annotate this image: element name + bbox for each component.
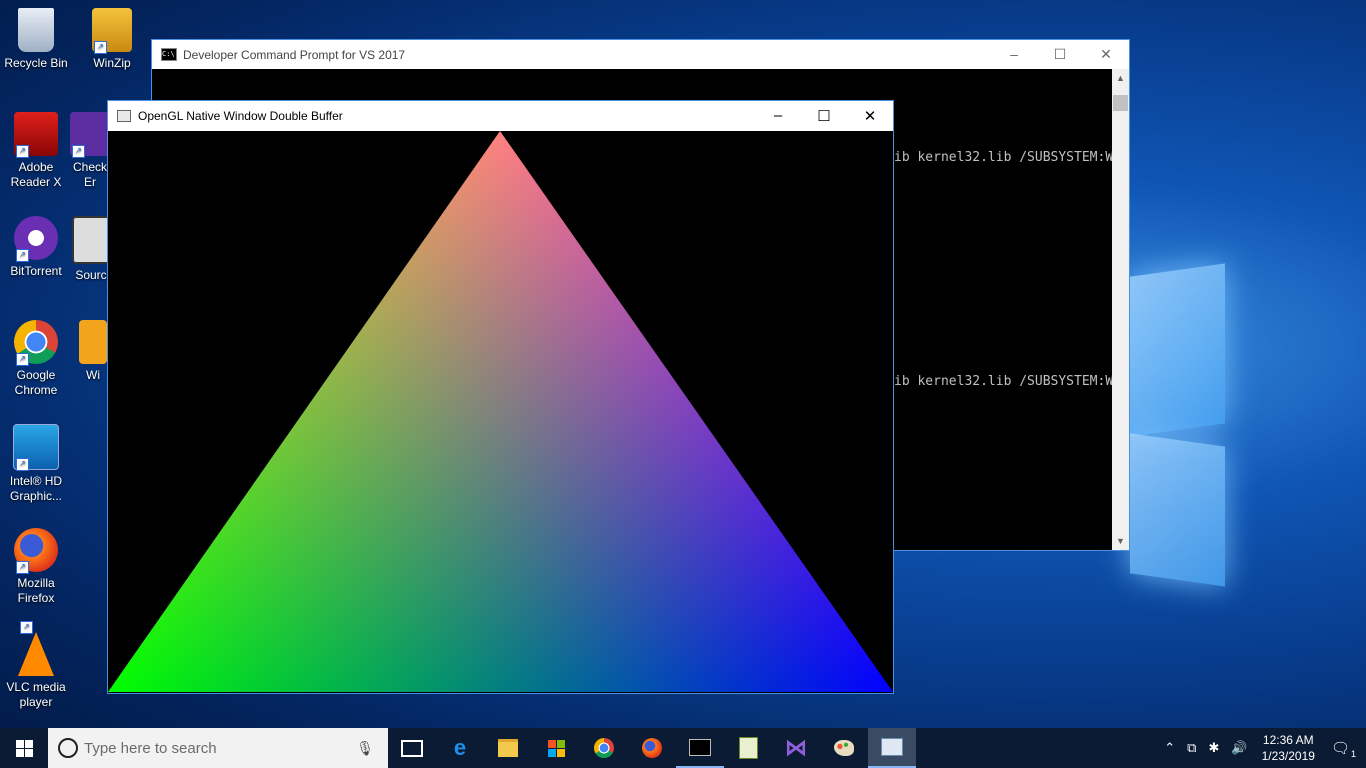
search-box[interactable]: Type here to search 🎙	[48, 728, 388, 768]
clock-date: 1/23/2019	[1261, 749, 1315, 763]
desktop-icon-check[interactable]: ↗ Check Er	[70, 112, 110, 190]
triangle-top-layer	[108, 131, 893, 692]
opengl-canvas	[108, 131, 893, 692]
minimize-button[interactable]: –	[991, 46, 1037, 63]
close-button[interactable]: ✕	[1083, 46, 1129, 63]
search-icon	[58, 738, 78, 758]
taskbar-chart-app[interactable]	[724, 728, 772, 768]
scroll-up-arrow-icon[interactable]: ▲	[1112, 73, 1129, 83]
adobe-reader-icon: ↗	[14, 112, 58, 158]
firefox-icon: ↗	[14, 528, 58, 574]
cmd-scrollbar[interactable]: ▲ ▼	[1112, 69, 1129, 550]
close-button[interactable]: ✕	[847, 107, 893, 125]
chrome-icon	[594, 738, 614, 758]
desktop-icon-winzip[interactable]: ↗ WinZip	[76, 8, 148, 71]
cmd-app-icon: C:\	[161, 48, 177, 61]
console-line: ib kernel32.lib /SUBSYSTEM:W	[894, 374, 1114, 389]
visual-studio-icon: ⋈	[785, 735, 807, 760]
bittorrent-icon: ↗	[14, 216, 58, 262]
desktop-icon-google-chrome[interactable]: ↗ Google Chrome	[0, 320, 72, 398]
desktop-icon-label: Mozilla Firefox	[17, 576, 55, 605]
wi-icon	[79, 320, 107, 364]
notification-center-icon[interactable]: 🗨 1	[1331, 739, 1356, 759]
taskbar-firefox[interactable]	[628, 728, 676, 768]
cmd-titlebar[interactable]: C:\ Developer Command Prompt for VS 2017…	[152, 40, 1129, 69]
clock[interactable]: 12:36 AM 1/23/2019	[1262, 732, 1315, 764]
desktop-icon-label: Wi	[86, 368, 100, 382]
edge-icon: e	[453, 735, 467, 760]
windows-start-icon	[15, 739, 33, 757]
start-button[interactable]	[0, 728, 48, 768]
cmd-icon	[689, 738, 711, 756]
maximize-button[interactable]: ☐	[801, 107, 847, 125]
wifi-icon[interactable]: ✱	[1208, 740, 1219, 756]
vlc-icon: ↗	[18, 621, 54, 676]
scrollbar-thumb[interactable]	[1113, 95, 1128, 111]
task-view-icon	[401, 739, 423, 757]
windows-logo-wallpaper	[1120, 250, 1350, 600]
check-icon: ↗	[70, 112, 110, 158]
source-icon	[72, 216, 110, 264]
desktop-icon-recycle-bin[interactable]: Recycle Bin	[0, 8, 72, 71]
taskbar-visual-studio[interactable]: ⋈	[772, 728, 820, 768]
clock-time: 12:36 AM	[1262, 733, 1314, 747]
desktop-icon-label: Sourc	[75, 268, 107, 282]
taskbar-file-explorer[interactable]	[484, 728, 532, 768]
desktop-icon-mozilla-firefox[interactable]: ↗ Mozilla Firefox	[0, 528, 72, 606]
winzip-icon: ↗	[92, 8, 132, 54]
window-app-icon	[117, 110, 131, 122]
taskbar-chrome[interactable]	[580, 728, 628, 768]
cmd-window-title: Developer Command Prompt for VS 2017	[183, 47, 406, 62]
desktop-icon-label: VLC media player	[6, 680, 66, 709]
desktop-icon-label: BitTorrent	[10, 264, 62, 278]
scroll-down-arrow-icon[interactable]: ▼	[1112, 536, 1129, 546]
desktop-icon-label: Adobe Reader X	[10, 160, 62, 189]
taskbar-cmd[interactable]	[676, 728, 724, 768]
opengl-titlebar[interactable]: OpenGL Native Window Double Buffer – ☐ ✕	[108, 101, 893, 131]
opengl-window[interactable]: OpenGL Native Window Double Buffer – ☐ ✕	[107, 100, 894, 694]
notification-count-badge: 1	[1350, 749, 1356, 759]
maximize-button[interactable]: ☐	[1037, 46, 1083, 63]
taskbar: Type here to search 🎙 e ⋈ ⌃ ⧉ ✱ 🔊 12:36 …	[0, 728, 1366, 768]
search-placeholder: Type here to search	[84, 739, 217, 757]
intel-hd-graphics-icon: ↗	[13, 424, 59, 471]
opengl-app-icon	[881, 738, 903, 756]
desktop-icon-label: Recycle Bin	[4, 56, 68, 70]
opengl-window-title: OpenGL Native Window Double Buffer	[138, 109, 343, 123]
desktop-icon-vlc[interactable]: ↗ VLC media player	[0, 621, 72, 710]
taskbar-opengl-app[interactable]	[868, 728, 916, 768]
desktop-icon-label: WinZip	[93, 56, 131, 70]
desktop-icon-bittorrent[interactable]: ↗ BitTorrent	[0, 216, 72, 279]
desktop-icon-source[interactable]: Sourc	[72, 216, 110, 283]
desktop-icon-intel-hd[interactable]: ↗ Intel® HD Graphic...	[0, 424, 72, 504]
desktop-icon-label: Google Chrome	[14, 368, 58, 397]
volume-icon[interactable]: 🔊	[1231, 740, 1247, 756]
taskbar-edge[interactable]: e	[436, 728, 484, 768]
minimize-button[interactable]: –	[755, 107, 801, 125]
taskbar-store[interactable]	[532, 728, 580, 768]
microphone-icon[interactable]: 🎙	[356, 740, 374, 757]
desktop-icon-wi[interactable]: Wi	[78, 320, 108, 383]
file-explorer-icon	[498, 739, 518, 757]
system-tray: ⌃ ⧉ ✱ 🔊 12:36 AM 1/23/2019 🗨 1	[1158, 732, 1366, 764]
notepad-chart-icon	[738, 737, 758, 759]
desktop-icon-label: Intel® HD Graphic...	[9, 474, 63, 503]
store-icon	[547, 739, 565, 757]
taskbar-paint[interactable]	[820, 728, 868, 768]
desktop-icon-label: Check Er	[72, 160, 107, 189]
recycle-bin-icon	[18, 8, 54, 52]
console-line: ib kernel32.lib /SUBSYSTEM:W	[894, 150, 1114, 165]
network-device-icon[interactable]: ⧉	[1187, 740, 1196, 756]
chrome-icon: ↗	[14, 320, 58, 366]
show-hidden-icons-chevron-icon[interactable]: ⌃	[1164, 740, 1175, 756]
firefox-icon	[642, 738, 662, 758]
desktop-icon-adobe-reader[interactable]: ↗ Adobe Reader X	[0, 112, 72, 190]
task-view-button[interactable]	[388, 728, 436, 768]
paint-icon	[834, 740, 854, 756]
